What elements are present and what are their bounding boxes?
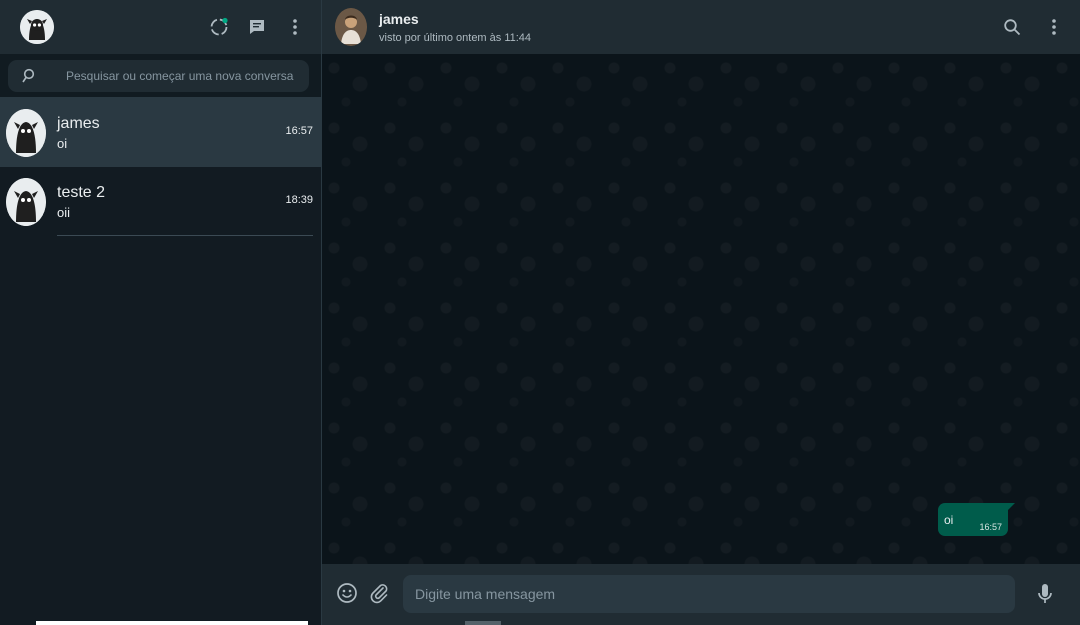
search-messages-icon[interactable] xyxy=(1002,17,1022,37)
conversation-panel: james visto por último ontem às 11:44 oi… xyxy=(322,0,1080,625)
contact-last-seen: visto por último ontem às 11:44 xyxy=(379,32,532,44)
chat-last-message: oi xyxy=(57,136,68,151)
contact-avatar xyxy=(6,108,46,157)
search-bar xyxy=(0,54,321,98)
outgoing-message[interactable]: oi 16:57 xyxy=(938,503,1015,536)
contact-name: james xyxy=(379,11,419,27)
contact-avatar xyxy=(6,177,46,226)
sidebar-header-actions xyxy=(209,0,305,54)
chat-name: james xyxy=(57,115,100,132)
sidebar-header xyxy=(0,0,321,54)
horizontal-scrollbar[interactable] xyxy=(465,621,501,625)
message-input[interactable] xyxy=(403,575,1015,613)
contact-avatar[interactable] xyxy=(335,8,367,46)
menu-icon[interactable] xyxy=(285,17,305,37)
microphone-icon[interactable] xyxy=(1034,583,1056,605)
attach-icon[interactable] xyxy=(368,582,390,604)
conversation-header-actions xyxy=(1002,0,1064,54)
user-avatar[interactable] xyxy=(20,10,54,44)
chat-last-message: oii xyxy=(57,205,71,220)
chat-list-sidebar: james 16:57 oi test xyxy=(0,0,322,625)
chat-item-james[interactable]: james 16:57 oi xyxy=(0,98,321,167)
chat-item-teste-2[interactable]: teste 2 18:39 oii xyxy=(0,167,321,236)
message-composer xyxy=(322,564,1080,625)
horizontal-scrollbar[interactable] xyxy=(36,621,308,625)
search-input[interactable] xyxy=(8,59,309,92)
message-time: 16:57 xyxy=(979,522,1002,532)
chat-time: 16:57 xyxy=(285,125,313,137)
chat-name: teste 2 xyxy=(57,184,106,201)
emoji-icon[interactable] xyxy=(336,582,358,604)
message-area[interactable]: oi 16:57 xyxy=(322,54,1080,564)
status-icon[interactable] xyxy=(209,17,229,37)
search-box xyxy=(8,59,309,92)
chat-divider xyxy=(57,235,313,236)
menu-icon[interactable] xyxy=(1044,17,1064,37)
chat-item-body: teste 2 18:39 oii xyxy=(57,167,313,236)
message-text: oi xyxy=(944,513,954,527)
conversation-header[interactable]: james visto por último ontem às 11:44 xyxy=(322,0,1080,54)
chat-list: james 16:57 oi teste 2 18:39 oii xyxy=(0,98,321,236)
chat-item-body: james 16:57 oi xyxy=(57,98,313,167)
whatsapp-web-app: james 16:57 oi test xyxy=(0,0,1080,625)
new-chat-icon[interactable] xyxy=(247,17,267,37)
chat-time: 18:39 xyxy=(285,194,313,206)
search-icon xyxy=(21,68,35,89)
